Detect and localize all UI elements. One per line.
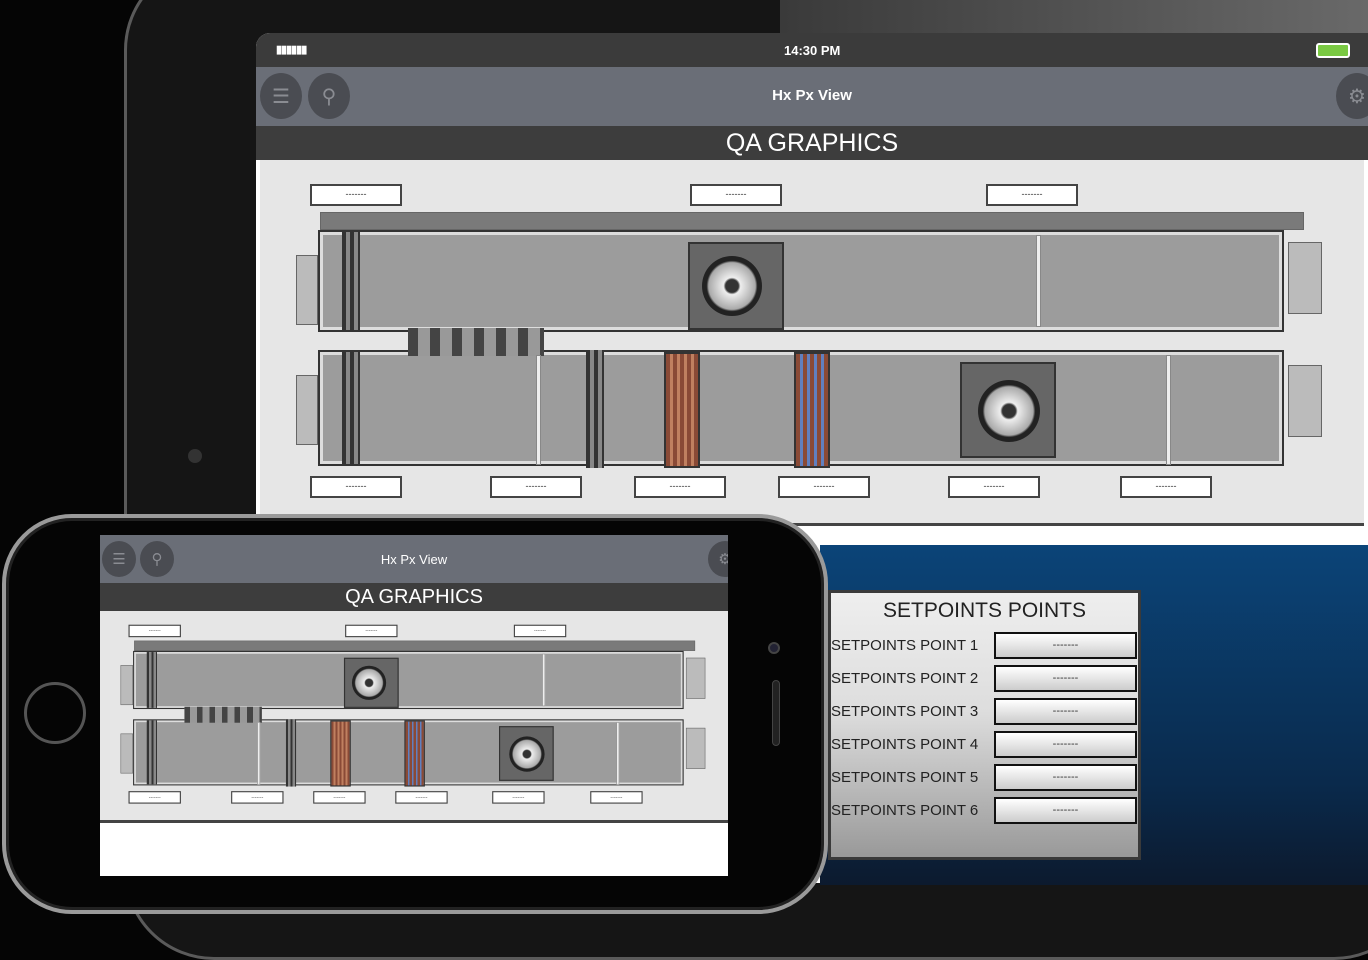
return-fan bbox=[960, 362, 1056, 458]
phone-app-title: Hx Px View bbox=[380, 552, 448, 567]
tablet-camera bbox=[188, 449, 202, 463]
bottom-value-box[interactable]: ------- bbox=[490, 476, 582, 498]
top-value-box[interactable]: ------- bbox=[310, 184, 402, 206]
exhaust-damper bbox=[1288, 365, 1322, 437]
settings-button[interactable]: ⚙ bbox=[1336, 73, 1368, 119]
ahu-diagram: ------- ------- ------- ------- ------- -----… bbox=[260, 160, 1360, 520]
setpoint-row: SETPOINTS POINT 6 ------- bbox=[831, 794, 1138, 827]
setpoint-label: SETPOINTS POINT 5 bbox=[831, 769, 979, 786]
battery-icon bbox=[1316, 43, 1350, 58]
home-button[interactable] bbox=[24, 682, 86, 744]
clock: 14:30 PM bbox=[784, 43, 841, 58]
phone-speaker bbox=[772, 680, 780, 746]
bottom-value-box[interactable]: ------- bbox=[778, 476, 870, 498]
supply-fan bbox=[343, 657, 399, 708]
heating-coil bbox=[664, 352, 700, 468]
final-filter bbox=[586, 350, 604, 468]
bottom-value-box[interactable]: ------- bbox=[948, 476, 1040, 498]
setpoint-label: SETPOINTS POINT 6 bbox=[831, 802, 979, 819]
top-value-box[interactable]: ------- bbox=[128, 624, 181, 638]
supply-damper bbox=[1288, 242, 1322, 314]
phone-ahu-graphic: ------- ------- ------- ------- ------- -----… bbox=[100, 611, 728, 823]
setpoint-label: SETPOINTS POINT 4 bbox=[831, 736, 979, 753]
app-bar: ☰ ⚲ Hx Px View ⚙ bbox=[256, 67, 1368, 126]
setpoints-panel: SETPOINTS POINTS SETPOINTS POINT 1 ------… bbox=[828, 590, 1141, 860]
supply-fan bbox=[688, 242, 784, 330]
economizer-damper bbox=[408, 328, 544, 356]
status-bar: ▮▮▮▮▮▮ 14:30 PM bbox=[256, 33, 1368, 67]
setpoint-row: SETPOINTS POINT 5 ------- bbox=[831, 761, 1138, 794]
signal-indicator: ▮▮▮▮▮▮ bbox=[276, 44, 307, 56]
return-fan bbox=[499, 726, 554, 781]
sensor-post bbox=[1166, 355, 1171, 465]
gear-icon: ⚙ bbox=[718, 551, 728, 568]
setpoints-title: SETPOINTS POINTS bbox=[882, 599, 1087, 622]
bottom-value-box[interactable]: ------- bbox=[634, 476, 726, 498]
exhaust-damper bbox=[685, 727, 706, 769]
top-value-box[interactable]: ------- bbox=[986, 184, 1078, 206]
phone-app-bar: ☰ ⚲ Hx Px View ⚙ bbox=[100, 535, 728, 583]
cooling-coil bbox=[404, 720, 425, 787]
setpoint-value-field[interactable]: ------- bbox=[994, 632, 1137, 659]
gear-icon: ⚙ bbox=[1348, 85, 1366, 108]
filter-bank bbox=[146, 720, 157, 785]
supply-damper bbox=[685, 657, 706, 699]
bottom-value-box[interactable]: ------- bbox=[395, 791, 448, 804]
return-air-damper bbox=[120, 733, 134, 774]
bottom-value-box[interactable]: ------- bbox=[590, 791, 643, 804]
bottom-value-box[interactable]: ------- bbox=[313, 791, 366, 804]
duct-top-cover bbox=[320, 212, 1304, 230]
ahu-diagram: ------- ------- ------- ------- ------- -----… bbox=[100, 611, 727, 816]
sensor-post bbox=[542, 653, 546, 707]
setpoint-row: SETPOINTS POINT 2 ------- bbox=[831, 662, 1138, 695]
sensor-post bbox=[257, 722, 261, 785]
filter-bank bbox=[342, 352, 360, 464]
economizer-damper bbox=[184, 706, 262, 723]
phone-screen: ☰ ⚲ Hx Px View ⚙ QA GRAPHICS ------- ----… bbox=[100, 535, 728, 876]
outside-air-damper bbox=[120, 665, 134, 706]
sensor-post bbox=[536, 355, 541, 465]
setpoint-value-field[interactable]: ------- bbox=[994, 665, 1137, 692]
setpoint-value-field[interactable]: ------- bbox=[994, 764, 1137, 791]
setpoint-value-field[interactable]: ------- bbox=[994, 698, 1137, 725]
top-value-box[interactable]: ------- bbox=[690, 184, 782, 206]
setpoint-row: SETPOINTS POINT 1 ------- bbox=[831, 629, 1138, 662]
setpoint-value-field[interactable]: ------- bbox=[994, 797, 1137, 824]
bottom-value-box[interactable]: ------- bbox=[492, 791, 545, 804]
setpoint-row: SETPOINTS POINT 4 ------- bbox=[831, 728, 1138, 761]
outside-air-damper bbox=[296, 255, 318, 325]
heating-coil bbox=[330, 720, 351, 787]
ahu-graphic: ------- ------- ------- ------- ------- -----… bbox=[260, 160, 1364, 526]
sensor-post bbox=[1036, 235, 1041, 327]
phone-page-title: QA GRAPHICS bbox=[100, 583, 728, 611]
setpoint-label: SETPOINTS POINT 2 bbox=[831, 670, 979, 687]
setpoint-label: SETPOINTS POINT 3 bbox=[831, 703, 979, 720]
final-filter bbox=[285, 719, 297, 787]
duct-top-cover bbox=[134, 640, 696, 651]
return-air-damper bbox=[296, 375, 318, 445]
setpoint-row: SETPOINTS POINT 3 ------- bbox=[831, 695, 1138, 728]
cooling-coil bbox=[794, 352, 830, 468]
bottom-value-box[interactable]: ------- bbox=[1120, 476, 1212, 498]
upper-chamber bbox=[134, 652, 683, 708]
upper-chamber bbox=[320, 232, 1282, 330]
bottom-value-box[interactable]: ------- bbox=[231, 791, 284, 804]
bottom-value-box[interactable]: ------- bbox=[128, 791, 181, 804]
app-title: Hx Px View bbox=[772, 87, 852, 104]
filter-bank bbox=[146, 652, 157, 708]
top-value-box[interactable]: ------- bbox=[513, 624, 567, 638]
top-value-box[interactable]: ------- bbox=[345, 624, 398, 638]
filter-bank bbox=[342, 232, 360, 330]
bottom-value-box[interactable]: ------- bbox=[310, 476, 402, 498]
sensor-post bbox=[616, 722, 620, 785]
phone-settings-button[interactable]: ⚙ bbox=[708, 541, 728, 577]
page-title: QA GRAPHICS bbox=[256, 126, 1368, 160]
setpoint-label: SETPOINTS POINT 1 bbox=[831, 637, 979, 654]
phone-camera bbox=[768, 642, 780, 654]
setpoint-value-field[interactable]: ------- bbox=[994, 731, 1137, 758]
